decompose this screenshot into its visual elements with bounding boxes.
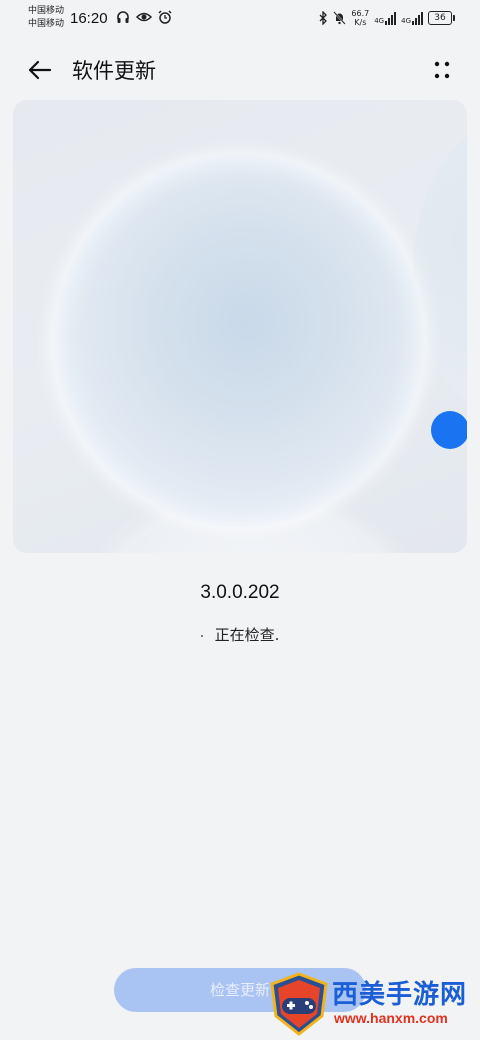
- bluetooth-icon: [319, 11, 328, 25]
- alarm-icon: [158, 10, 172, 24]
- network-speed-unit: K/s: [354, 18, 367, 27]
- status-time: 16:20: [70, 10, 108, 27]
- title-bar: 软件更新: [0, 48, 480, 88]
- signal-2: 4G: [401, 11, 423, 25]
- signal-2-label: 4G: [401, 16, 411, 25]
- battery-indicator: 36: [428, 11, 455, 25]
- signal-1: 4G: [374, 11, 397, 25]
- signal-bars-icon: [385, 11, 397, 25]
- back-button[interactable]: [24, 54, 56, 86]
- eye-icon: [136, 12, 152, 22]
- version-number: 3.0.0.202: [200, 582, 280, 603]
- loading-dot: [200, 634, 203, 637]
- status-bar: 中国移动 中国移动 16:20 66.7 K/s 4G 4G 36: [0, 0, 480, 40]
- main-sphere: [53, 155, 425, 527]
- network-speed: 66.7 K/s: [351, 9, 369, 27]
- status-icons-left: [116, 10, 172, 24]
- update-status: 正在检查.: [0, 624, 480, 645]
- network-speed-value: 66.7: [351, 9, 370, 18]
- status-icons-right: 66.7 K/s 4G 4G 36: [318, 9, 455, 27]
- carrier-1-label: 中国移动: [28, 6, 65, 16]
- carrier-info: 中国移动 中国移动: [28, 5, 64, 31]
- headphones-icon: [117, 11, 129, 23]
- watermark-url: www.hanxm.com: [334, 1010, 448, 1026]
- carrier-2-label: 中国移动: [28, 19, 65, 29]
- mute-bell-icon: [333, 11, 347, 25]
- more-dots-icon: [434, 61, 450, 79]
- arrow-left-icon: [28, 60, 52, 80]
- update-hero-illustration: [13, 100, 467, 553]
- update-status-text: 正在检查.: [214, 626, 280, 644]
- site-watermark: 西美手游网 www.hanxm.com: [268, 972, 480, 1038]
- signal-bars-icon: [412, 11, 423, 25]
- more-options-button[interactable]: [428, 56, 456, 84]
- orbit-dot: [431, 411, 467, 449]
- watermark-text: 西美手游网: [332, 980, 468, 1010]
- signal-1-label: 4G: [374, 16, 385, 25]
- page-title: 软件更新: [72, 59, 156, 83]
- gamepad-shield-logo: [270, 972, 328, 1036]
